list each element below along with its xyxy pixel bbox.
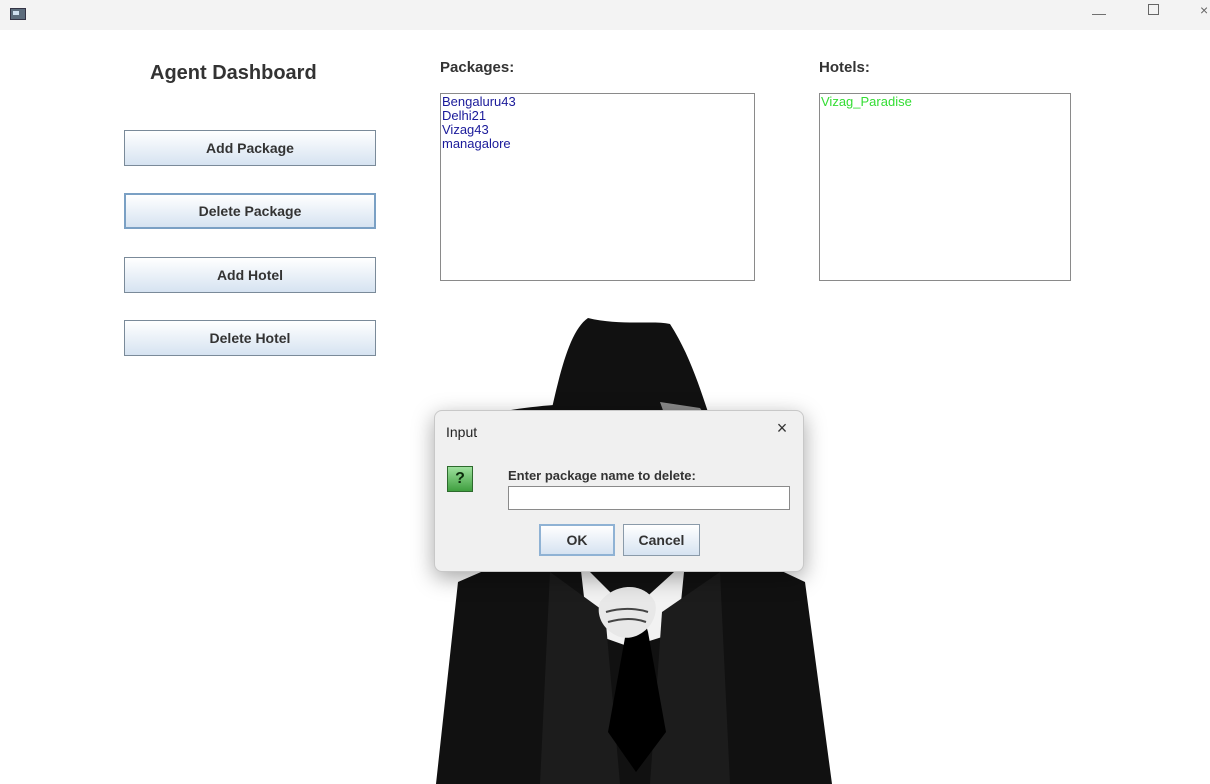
packages-list[interactable]: Bengaluru43 Delhi21 Vizag43 managalore [440, 93, 755, 281]
add-package-button[interactable]: Add Package [124, 130, 376, 166]
ok-button[interactable]: OK [539, 524, 615, 556]
question-icon: ? [447, 466, 473, 492]
package-list-item[interactable]: Vizag43 [442, 123, 753, 137]
delete-package-button[interactable]: Delete Package [124, 193, 376, 229]
package-list-item[interactable]: Bengaluru43 [442, 95, 753, 109]
window-close-icon[interactable]: × [1200, 2, 1208, 18]
dashboard-title: Agent Dashboard [150, 62, 317, 84]
java-app-icon [10, 8, 26, 20]
window-titlebar: — × [0, 0, 1210, 30]
delete-hotel-button[interactable]: Delete Hotel [124, 320, 376, 356]
maximize-icon[interactable] [1148, 4, 1159, 15]
add-hotel-button[interactable]: Add Hotel [124, 257, 376, 293]
package-name-input[interactable] [508, 486, 790, 510]
hotels-list[interactable]: Vizag_Paradise [819, 93, 1071, 281]
hotel-list-item[interactable]: Vizag_Paradise [821, 95, 1069, 109]
packages-label: Packages: [440, 59, 515, 76]
package-list-item[interactable]: Delhi21 [442, 109, 753, 123]
input-dialog: Input × ? Enter package name to delete: … [434, 410, 804, 572]
dialog-title: Input [446, 424, 478, 440]
dialog-close-icon[interactable]: × [771, 418, 793, 439]
cancel-button[interactable]: Cancel [623, 524, 700, 556]
dialog-prompt: Enter package name to delete: [508, 468, 696, 483]
minimize-icon[interactable]: — [1092, 5, 1106, 21]
package-list-item[interactable]: managalore [442, 137, 753, 151]
hotels-label: Hotels: [819, 59, 870, 76]
